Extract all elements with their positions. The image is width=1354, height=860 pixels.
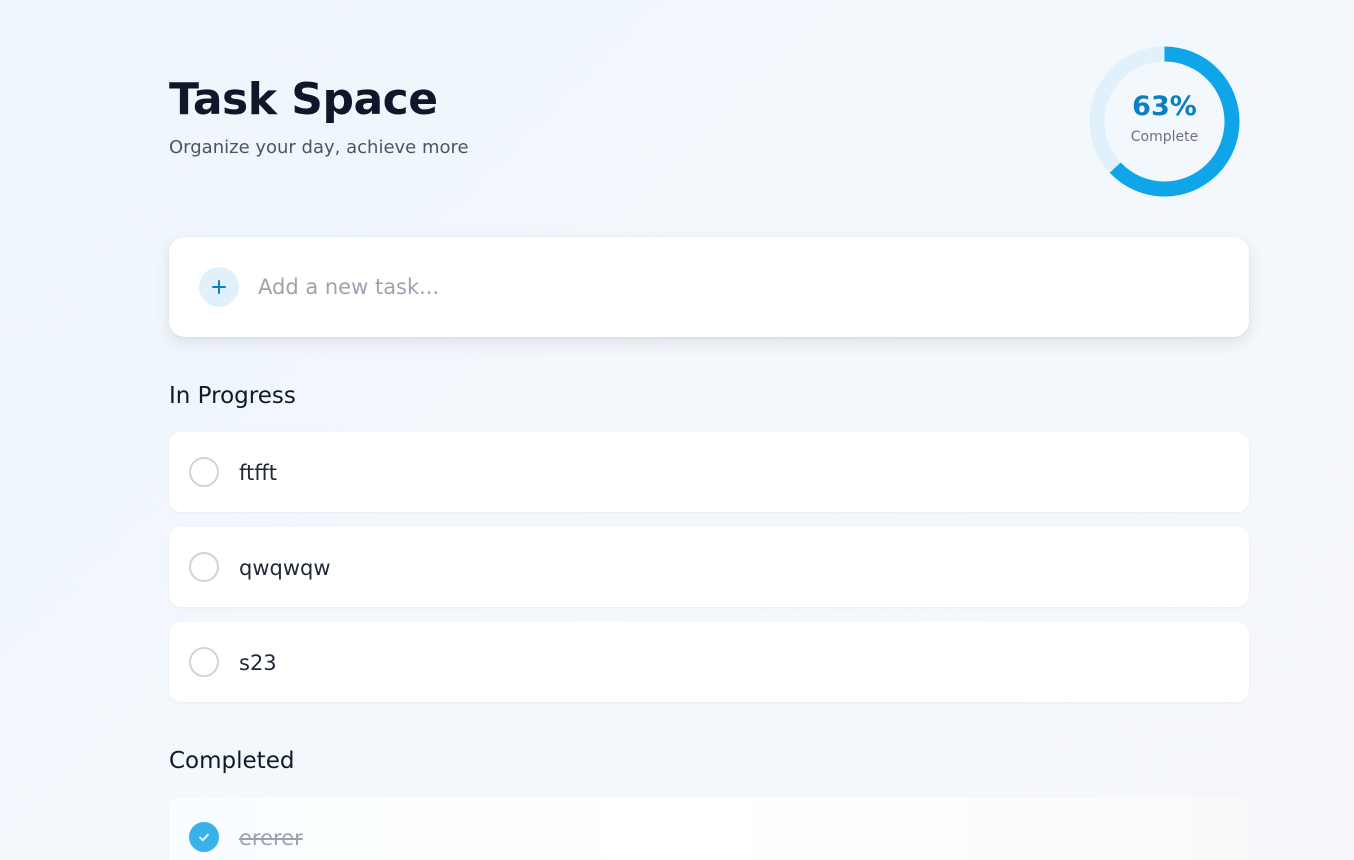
add-task-button[interactable] — [199, 267, 239, 307]
task-item: ftfft — [169, 432, 1249, 512]
task-checkbox[interactable] — [189, 457, 219, 487]
check-icon — [199, 833, 209, 842]
task-text: ererer — [239, 826, 303, 850]
section-title-in-progress: In Progress — [169, 383, 296, 409]
task-text: ftfft — [239, 461, 277, 485]
page-title: Task Space — [169, 74, 438, 125]
page-subtitle: Organize your day, achieve more — [169, 137, 469, 158]
app-header: Task Space Organize your day, achieve mo… — [169, 0, 1249, 210]
progress-percent: 63% — [1132, 91, 1197, 122]
completed-task-list: ererer — [169, 797, 1249, 860]
task-checkbox[interactable] — [189, 552, 219, 582]
progress-ring: 63% Complete — [1089, 46, 1240, 197]
task-item: s23 — [169, 622, 1249, 702]
task-item-completed: ererer — [169, 797, 1249, 860]
new-task-input[interactable] — [258, 267, 1218, 307]
add-task-card — [169, 237, 1249, 337]
task-checkbox[interactable] — [189, 647, 219, 677]
task-item: qwqwqw — [169, 527, 1249, 607]
plus-icon — [199, 267, 239, 307]
task-text: s23 — [239, 651, 277, 675]
progress-label: Complete — [1130, 129, 1199, 145]
section-title-completed: Completed — [169, 748, 295, 774]
task-space-app: Task Space Organize your day, achieve mo… — [169, 0, 1249, 860]
in-progress-task-list: ftfft qwqwqw s23 — [169, 432, 1249, 717]
task-checkbox-checked[interactable] — [189, 822, 219, 852]
task-text: qwqwqw — [239, 556, 331, 580]
